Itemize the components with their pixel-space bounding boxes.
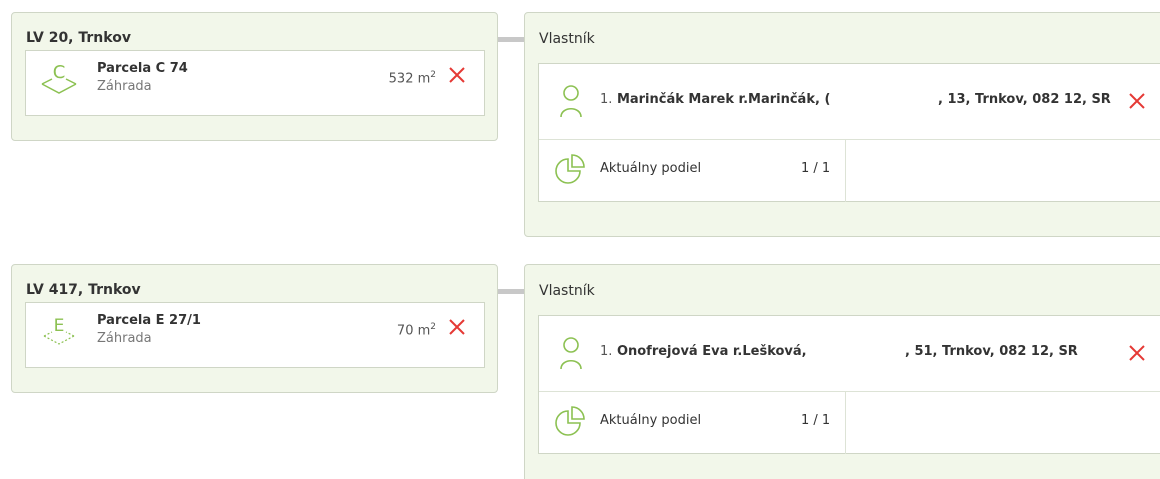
pie-chart-icon bbox=[555, 154, 585, 184]
remove-parcel-button[interactable] bbox=[448, 318, 466, 336]
remove-owner-button[interactable] bbox=[1128, 92, 1146, 110]
parcel-name: Parcela E 27/1 bbox=[97, 313, 201, 328]
parcel-area: 532 m2 bbox=[389, 70, 436, 86]
parcel-type: Záhrada bbox=[97, 79, 152, 94]
owner-fullname: Marinčák Marek r.Marinčák, ( bbox=[616, 92, 831, 107]
share-divider bbox=[845, 140, 846, 202]
parcel-icon-letter: E bbox=[54, 316, 65, 336]
owner-box: 1. Onofrejová Eva r.Lešková, , 51, Trnko… bbox=[538, 315, 1160, 454]
pie-chart-icon bbox=[555, 406, 585, 436]
owner-row[interactable]: 1. Onofrejová Eva r.Lešková, , 51, Trnko… bbox=[539, 316, 1160, 392]
lv-title: LV 20, Trnkov bbox=[26, 30, 131, 46]
owner-row[interactable]: 1. Marinčák Marek r.Marinčák, ( , 13, Tr… bbox=[539, 64, 1160, 140]
person-icon bbox=[560, 337, 582, 370]
lv-title: LV 417, Trnkov bbox=[26, 282, 141, 298]
owner-name: 1. Marinčák Marek r.Marinčák, ( bbox=[600, 92, 830, 107]
lv-card: LV 417, Trnkov E Parcela E 27/1 Záhrada … bbox=[11, 264, 498, 393]
parcel-area-exponent: 2 bbox=[430, 70, 436, 80]
parcel-item[interactable]: E Parcela E 27/1 Záhrada 70 m2 bbox=[25, 302, 485, 368]
parcel-area: 70 m2 bbox=[397, 322, 436, 338]
owner-address: , 13, Trnkov, 082 12, SR bbox=[938, 92, 1111, 107]
connector-line bbox=[498, 289, 525, 294]
parcel-diamond-icon: C bbox=[41, 62, 77, 94]
connector-line bbox=[498, 37, 525, 42]
share-label: Aktuálny podiel bbox=[600, 161, 702, 176]
remove-owner-button[interactable] bbox=[1128, 344, 1146, 362]
owner-fullname: Onofrejová Eva r.Lešková, bbox=[616, 344, 807, 359]
redacted-area bbox=[860, 82, 938, 120]
parcel-area-exponent: 2 bbox=[430, 322, 436, 332]
share-label: Aktuálny podiel bbox=[600, 413, 702, 428]
owner-box: 1. Marinčák Marek r.Marinčák, ( , 13, Tr… bbox=[538, 63, 1160, 202]
parcel-area-value: 70 m bbox=[396, 323, 431, 339]
person-icon bbox=[560, 85, 582, 118]
parcel-type: Záhrada bbox=[97, 331, 152, 346]
owner-index: 1. bbox=[600, 344, 613, 359]
parcel-area-value: 532 m bbox=[388, 71, 431, 87]
redacted-area bbox=[845, 334, 905, 372]
owner-index: 1. bbox=[600, 92, 613, 107]
owner-card: Vlastník 1. Onofrejová Eva r.Lešková, , … bbox=[524, 264, 1160, 479]
owner-card: Vlastník 1. Marinčák Marek r.Marinčák, (… bbox=[524, 12, 1160, 237]
parcel-name: Parcela C 74 bbox=[97, 61, 188, 76]
share-divider bbox=[845, 392, 846, 454]
owner-heading: Vlastník bbox=[539, 31, 595, 47]
lv-card: LV 20, Trnkov C Parcela C 74 Záhrada 532… bbox=[11, 12, 498, 141]
share-value: 1 / 1 bbox=[801, 413, 831, 428]
parcel-icon-letter: C bbox=[53, 62, 66, 83]
share-value: 1 / 1 bbox=[801, 161, 831, 176]
owner-address: , 51, Trnkov, 082 12, SR bbox=[905, 344, 1078, 359]
share-row: Aktuálny podiel 1 / 1 bbox=[539, 392, 1160, 454]
owner-name: 1. Onofrejová Eva r.Lešková, bbox=[600, 344, 807, 359]
owner-heading: Vlastník bbox=[539, 283, 595, 299]
parcel-diamond-icon: E bbox=[43, 316, 75, 345]
remove-parcel-button[interactable] bbox=[448, 66, 466, 84]
share-row: Aktuálny podiel 1 / 1 bbox=[539, 140, 1160, 202]
parcel-item[interactable]: C Parcela C 74 Záhrada 532 m2 bbox=[25, 50, 485, 116]
